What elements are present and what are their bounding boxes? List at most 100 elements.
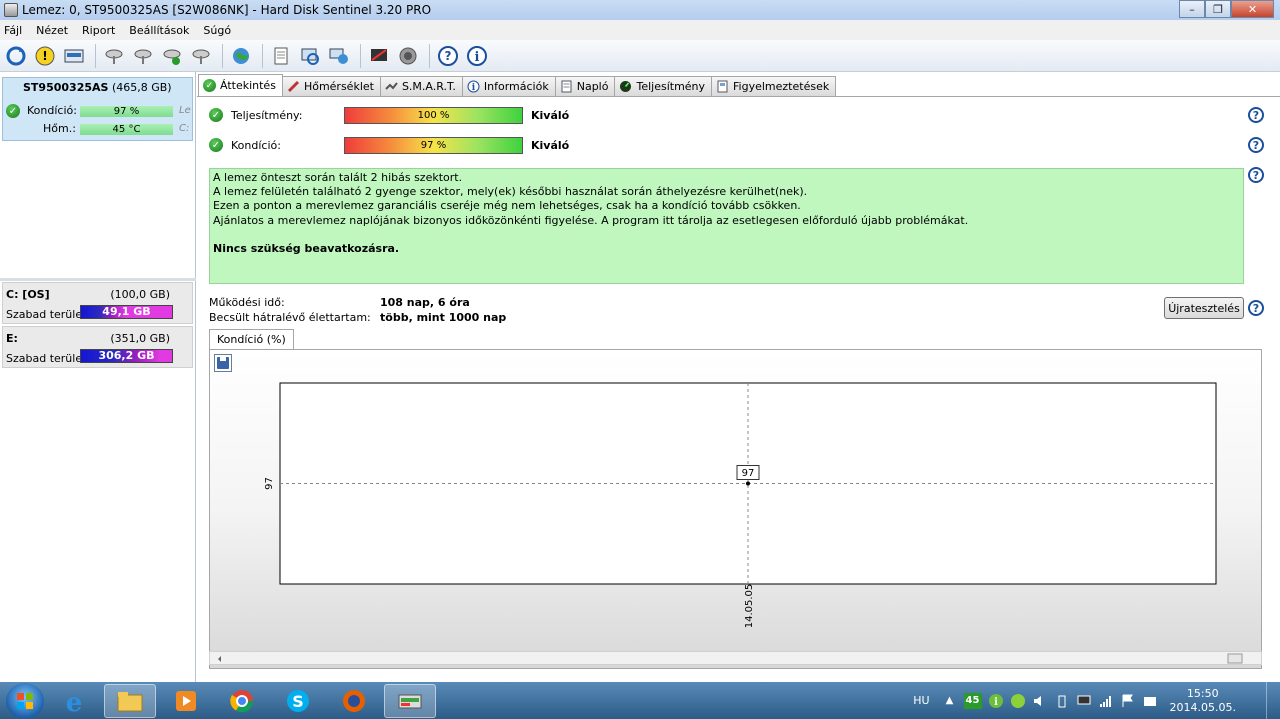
uptime-value: 108 nap, 6 óra — [380, 296, 470, 309]
alerts-document-icon — [716, 80, 729, 93]
taskbar-firefox[interactable] — [328, 684, 380, 718]
disk-test-button-1[interactable] — [101, 43, 127, 69]
chart-horizontal-scrollbar[interactable] — [209, 651, 1262, 665]
minimize-button[interactable]: – — [1179, 0, 1205, 18]
toolbar-separator — [262, 43, 263, 68]
performance-rating: Kiváló — [531, 109, 570, 122]
message-help-icon[interactable]: ? — [1248, 167, 1264, 183]
taskbar-chrome[interactable] — [216, 684, 268, 718]
tab-label: Figyelmeztetések — [733, 80, 830, 93]
tab-alerts[interactable]: Figyelmeztetések — [711, 76, 837, 96]
warning-button[interactable]: ! — [32, 43, 58, 69]
info-tray-icon[interactable]: i — [988, 693, 1004, 709]
volume-card-c[interactable]: C: [OS] (100,0 GB) Szabad terület 49,1 G… — [2, 282, 193, 324]
system-tray: HU ▲ 45 i 15:50 2014.05.05. — [913, 682, 1280, 719]
scroll-thumb — [1227, 653, 1243, 664]
menu-report[interactable]: Riport — [82, 24, 115, 37]
tab-temperature[interactable]: Hőmérséklet — [281, 76, 381, 96]
power-tray-icon[interactable] — [1054, 693, 1070, 709]
sync-icon — [301, 48, 319, 65]
tab-smart[interactable]: S.M.A.R.T. — [379, 76, 463, 96]
menu-view[interactable]: Nézet — [36, 24, 68, 37]
menu-file[interactable]: Fájl — [4, 24, 22, 37]
chart-tab-condition[interactable]: Kondíció (%) — [209, 329, 294, 349]
clock-time: 15:50 — [1186, 686, 1219, 700]
language-indicator[interactable]: HU — [913, 694, 929, 707]
disk-test-button-4[interactable] — [188, 43, 214, 69]
disk-test-icon — [192, 49, 210, 64]
svg-text:i: i — [475, 50, 480, 65]
svg-text:?: ? — [445, 49, 452, 63]
menu-settings[interactable]: Beállítások — [129, 24, 189, 37]
taskbar-media-player[interactable] — [160, 684, 212, 718]
help-toolbar-button[interactable]: ? — [435, 43, 461, 69]
lifetime-label: Becsült hátralévő élettartam: — [209, 311, 371, 324]
data-label: 97 — [742, 468, 755, 479]
disk-cut-text-2: C: — [179, 123, 190, 134]
disk-cut-text-1: Le — [179, 105, 191, 116]
display-tray-icon[interactable] — [1076, 693, 1092, 709]
main-tabs: ✓ Áttekintés Hőmérséklet S.M.A.R.T. i In… — [198, 74, 837, 96]
taskbar-explorer[interactable] — [104, 683, 156, 718]
disk-test-icon — [105, 49, 123, 64]
scroll-left-arrow — [218, 656, 221, 662]
tab-log[interactable]: Napló — [554, 76, 616, 96]
show-hidden-icons-icon[interactable]: ▲ — [942, 693, 958, 709]
hdsentinel-tray-icon[interactable]: 45 — [963, 692, 982, 709]
condition-help-icon[interactable]: ? — [1248, 137, 1264, 153]
performance-help-icon[interactable]: ? — [1248, 107, 1264, 123]
disk-condition-bar: 97 % — [80, 106, 173, 117]
taskbar-ie[interactable]: e — [48, 684, 100, 718]
network-button[interactable] — [326, 43, 352, 69]
sound-button[interactable] — [395, 43, 421, 69]
volume-size: (100,0 GB) — [110, 288, 170, 301]
tab-label: Napló — [576, 80, 609, 93]
web-button[interactable] — [228, 43, 254, 69]
action-center-icon[interactable] — [1120, 693, 1136, 709]
volume-card-e[interactable]: E: (351,0 GB) Szabad terület 306,2 GB — [2, 326, 193, 368]
disk-capacity: (465,8 GB) — [111, 81, 172, 94]
window-title: Lemez: 0, ST9500325AS [S2W086NK] - Hard … — [22, 3, 432, 17]
check-icon: ✓ — [203, 79, 216, 92]
gauge-icon — [619, 80, 632, 93]
tab-overview[interactable]: ✓ Áttekintés — [198, 74, 283, 96]
skype-icon: S — [287, 689, 309, 712]
network-icon — [329, 48, 348, 64]
globe-icon — [233, 47, 249, 64]
uptime-label: Működési idő: — [209, 296, 285, 309]
close-button[interactable]: ✕ — [1231, 0, 1274, 18]
maximize-button[interactable]: ❐ — [1205, 0, 1231, 18]
disk-test-button-2[interactable] — [130, 43, 156, 69]
start-button[interactable] — [6, 682, 44, 719]
hard-disk-icon — [398, 694, 422, 708]
network-tray-icon[interactable] — [1098, 693, 1114, 709]
toolbar-separator — [222, 43, 223, 68]
help-icon: ? — [438, 45, 458, 66]
retest-button[interactable]: Újratesztelés — [1164, 297, 1244, 319]
disk-card[interactable]: ST9500325AS (465,8 GB) ✓ Kondíció: 97 % … — [2, 77, 193, 141]
sound-tray-icon[interactable] — [1032, 693, 1048, 709]
tab-label: Hőmérséklet — [303, 80, 374, 93]
disk-info-icon — [64, 49, 84, 62]
disk-info-button[interactable] — [61, 43, 87, 69]
sync-button[interactable] — [297, 43, 323, 69]
taskbar-hdsentinel[interactable] — [384, 683, 436, 718]
refresh-button[interactable] — [3, 43, 29, 69]
tab-performance[interactable]: Teljesítmény — [614, 76, 713, 96]
app-tray-icon[interactable] — [1010, 693, 1026, 709]
security-tray-icon[interactable] — [1142, 693, 1158, 709]
report-button[interactable] — [268, 43, 294, 69]
alerts-button[interactable] — [366, 43, 392, 69]
disk-test-button-3[interactable] — [159, 43, 185, 69]
x-tick-label: 14.05.05 — [744, 584, 755, 629]
show-desktop-button[interactable] — [1266, 682, 1280, 719]
taskbar-skype[interactable]: S — [272, 684, 324, 718]
retest-help-icon[interactable]: ? — [1248, 300, 1264, 316]
about-button[interactable]: i — [464, 43, 490, 69]
tab-information[interactable]: i Információk — [461, 76, 556, 96]
volume-name: C: [OS] — [6, 288, 50, 301]
alert-monitor-icon — [371, 48, 387, 61]
menu-help[interactable]: Súgó — [203, 24, 231, 37]
clock[interactable]: 15:50 2014.05.05. — [1170, 687, 1236, 715]
svg-text:i: i — [472, 83, 476, 93]
